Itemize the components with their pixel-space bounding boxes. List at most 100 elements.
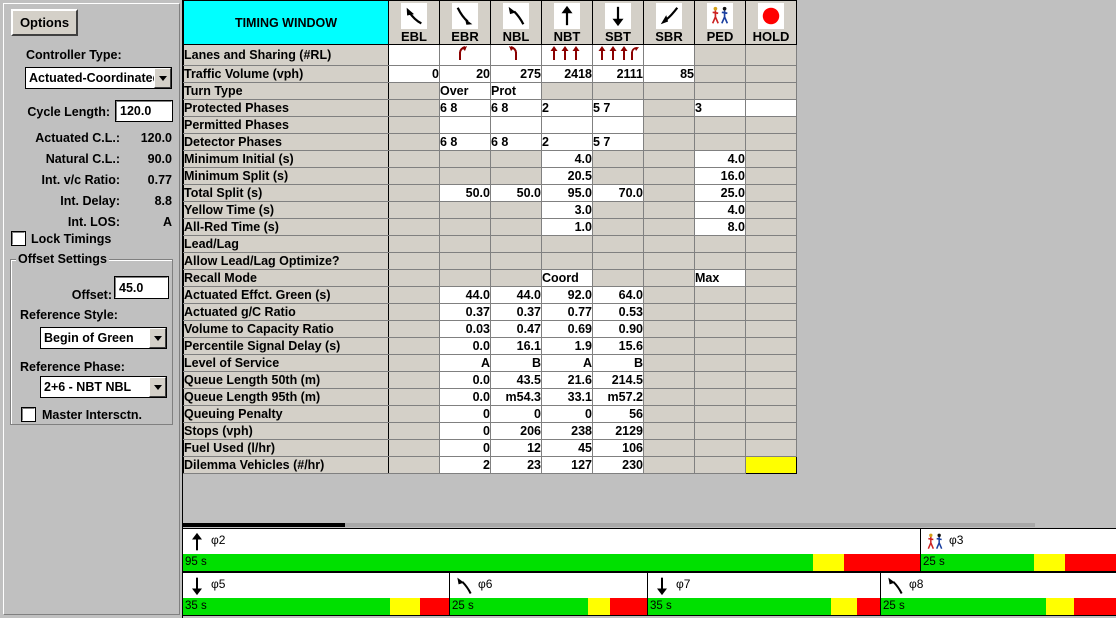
cell-sbt[interactable]: 2129: [592, 422, 644, 440]
cell-sbt[interactable]: B: [592, 354, 644, 372]
cell-hold[interactable]: [745, 456, 797, 474]
chevron-down-icon[interactable]: [154, 68, 171, 88]
cell-nbt[interactable]: 0.77: [541, 303, 593, 321]
cell-ebr[interactable]: 2: [439, 456, 491, 474]
cell-nbl[interactable]: m54.3: [490, 388, 542, 406]
column-header-nbt[interactable]: NBT: [541, 0, 593, 45]
cell-ebr[interactable]: 6 8: [439, 99, 491, 117]
cell-sbt[interactable]: m57.2: [592, 388, 644, 406]
cell-nbt[interactable]: A: [541, 354, 593, 372]
cell-ebr[interactable]: Over: [439, 82, 491, 100]
cell-nbl[interactable]: 12: [490, 439, 542, 457]
cell-nbl[interactable]: 50.0: [490, 184, 542, 202]
cell-ped[interactable]: 8.0: [694, 218, 746, 236]
offset-input[interactable]: 45.0: [114, 276, 169, 299]
cell-ebr[interactable]: 20: [439, 65, 491, 83]
cell-nbl[interactable]: B: [490, 354, 542, 372]
cell-sbt[interactable]: 106: [592, 439, 644, 457]
cell-sbt[interactable]: 56: [592, 405, 644, 423]
cell-nbt[interactable]: 20.5: [541, 167, 593, 185]
phase-cell[interactable]: φ8 25 s: [881, 573, 1116, 615]
chevron-down-icon[interactable]: [149, 328, 166, 348]
cell-ebr[interactable]: 0: [439, 422, 491, 440]
cell-sbt[interactable]: 64.0: [592, 286, 644, 304]
cell-sbt[interactable]: [592, 44, 644, 66]
cell-hold[interactable]: [745, 99, 797, 117]
cell-nbt[interactable]: 21.6: [541, 371, 593, 389]
cell-nbl[interactable]: 6 8: [490, 133, 542, 151]
cell-sbt[interactable]: 2111: [592, 65, 644, 83]
column-header-ebr[interactable]: EBR: [439, 0, 491, 45]
cell-nbt[interactable]: 1.0: [541, 218, 593, 236]
cell-ebr[interactable]: 0: [439, 439, 491, 457]
cell-nbl[interactable]: 43.5: [490, 371, 542, 389]
cell-nbt[interactable]: [541, 116, 593, 134]
cell-sbt[interactable]: 214.5: [592, 371, 644, 389]
cell-nbt[interactable]: 2: [541, 133, 593, 151]
phase-cell[interactable]: φ2 95 s: [183, 529, 921, 571]
cell-ebr[interactable]: A: [439, 354, 491, 372]
cell-sbt[interactable]: [592, 116, 644, 134]
cell-nbt[interactable]: 1.9: [541, 337, 593, 355]
cell-nbt[interactable]: 95.0: [541, 184, 593, 202]
cell-nbl[interactable]: 0.37: [490, 303, 542, 321]
column-header-sbt[interactable]: SBT: [592, 0, 644, 45]
cycle-length-input[interactable]: 120.0: [115, 100, 173, 122]
cell-sbr[interactable]: 85: [643, 65, 695, 83]
cell-nbt[interactable]: 45: [541, 439, 593, 457]
cell-nbt[interactable]: 3.0: [541, 201, 593, 219]
column-header-ebl[interactable]: EBL: [388, 0, 440, 45]
cell-nbl[interactable]: 0: [490, 405, 542, 423]
cell-nbl[interactable]: 0.47: [490, 320, 542, 338]
cell-ped[interactable]: 25.0: [694, 184, 746, 202]
reference-style-select[interactable]: Begin of Green: [40, 327, 167, 349]
cell-sbt[interactable]: 15.6: [592, 337, 644, 355]
cell-ebr[interactable]: 6 8: [439, 133, 491, 151]
cell-nbl[interactable]: [490, 44, 542, 66]
phase-cell[interactable]: φ7 35 s: [648, 573, 881, 615]
cell-ped[interactable]: 16.0: [694, 167, 746, 185]
options-button[interactable]: Options: [11, 9, 78, 36]
cell-nbl[interactable]: 6 8: [490, 99, 542, 117]
phase-cell[interactable]: φ5 35 s: [183, 573, 450, 615]
cell-nbl[interactable]: 275: [490, 65, 542, 83]
phase-cell[interactable]: φ6 25 s: [450, 573, 648, 615]
scrollbar-track[interactable]: [345, 523, 1035, 527]
cell-ped[interactable]: Max: [694, 269, 746, 287]
cell-nbt[interactable]: 33.1: [541, 388, 593, 406]
cell-nbl[interactable]: 16.1: [490, 337, 542, 355]
cell-ped[interactable]: 3: [694, 99, 746, 117]
cell-ebr[interactable]: 50.0: [439, 184, 491, 202]
cell-nbl[interactable]: 206: [490, 422, 542, 440]
scrollbar-thumb[interactable]: [183, 523, 345, 527]
cell-ebr[interactable]: 0.37: [439, 303, 491, 321]
master-intersection-checkbox[interactable]: [21, 407, 36, 422]
cell-ped[interactable]: 4.0: [694, 150, 746, 168]
reference-phase-select[interactable]: 2+6 - NBT NBL: [40, 376, 167, 398]
chevron-down-icon[interactable]: [149, 377, 166, 397]
cell-nbt[interactable]: [541, 44, 593, 66]
cell-ebr[interactable]: 0.0: [439, 388, 491, 406]
cell-ebr[interactable]: 44.0: [439, 286, 491, 304]
cell-ebr[interactable]: [439, 44, 491, 66]
cell-nbt[interactable]: 2: [541, 99, 593, 117]
cell-nbt[interactable]: 238: [541, 422, 593, 440]
cell-sbt[interactable]: 5 7: [592, 99, 644, 117]
phase-cell[interactable]: φ3 25 s: [921, 529, 1116, 571]
column-header-nbl[interactable]: NBL: [490, 0, 542, 45]
cell-ebr[interactable]: 0.0: [439, 337, 491, 355]
cell-nbt[interactable]: Coord: [541, 269, 593, 287]
cell-nbt[interactable]: 92.0: [541, 286, 593, 304]
cell-sbt[interactable]: 0.53: [592, 303, 644, 321]
cell-ebr[interactable]: [439, 116, 491, 134]
cell-sbr[interactable]: [643, 44, 695, 66]
cell-sbt[interactable]: 5 7: [592, 133, 644, 151]
cell-sbt[interactable]: 230: [592, 456, 644, 474]
column-header-sbr[interactable]: SBR: [643, 0, 695, 45]
cell-nbl[interactable]: 23: [490, 456, 542, 474]
cell-nbl[interactable]: 44.0: [490, 286, 542, 304]
cell-ebl[interactable]: 0: [388, 65, 440, 83]
column-header-ped[interactable]: PED: [694, 0, 746, 45]
lock-timings-checkbox[interactable]: [11, 231, 26, 246]
cell-nbt[interactable]: 0: [541, 405, 593, 423]
